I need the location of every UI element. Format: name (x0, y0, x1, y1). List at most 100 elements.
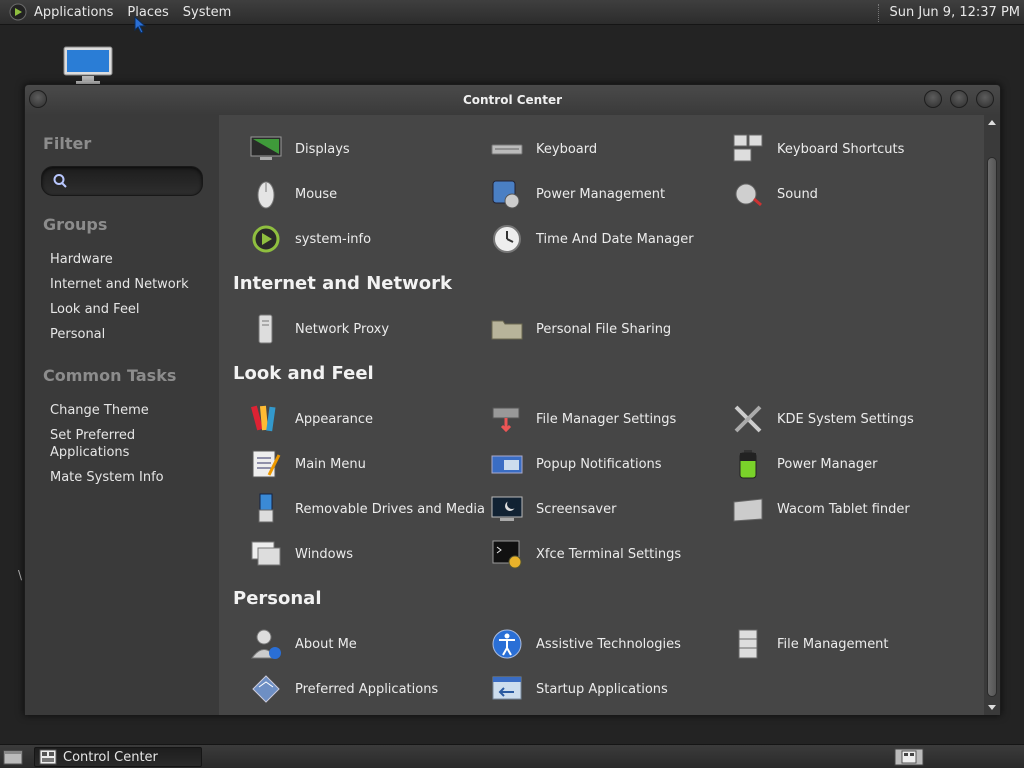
terminal-icon (492, 540, 522, 569)
item-label: Startup Applications (536, 681, 668, 697)
item-label: Network Proxy (295, 321, 390, 337)
item-system-info[interactable]: system-info (249, 222, 489, 256)
workspace-switcher-icon[interactable] (894, 748, 924, 766)
item-removable-drives[interactable]: Removable Drives and Media (249, 492, 489, 526)
minimize-button[interactable] (924, 90, 942, 108)
item-label: system-info (295, 231, 372, 247)
task-mate-system-info[interactable]: Mate System Info (50, 469, 210, 486)
mate-logo-icon[interactable] (9, 3, 27, 21)
item-screensaver[interactable]: Screensaver (490, 492, 730, 526)
scrollbar-thumb[interactable] (987, 157, 997, 697)
item-label: Preferred Applications (295, 681, 439, 697)
item-assistive-technologies[interactable]: Assistive Technologies (490, 627, 730, 661)
vertical-scrollbar[interactable] (984, 115, 1000, 715)
item-label: Power Manager (777, 456, 878, 472)
computer-desktop-icon[interactable] (62, 45, 114, 87)
item-keyboard-shortcuts[interactable]: Keyboard Shortcuts (731, 132, 971, 166)
taskbar-button-control-center[interactable]: Control Center (34, 747, 202, 767)
item-label: Windows (295, 546, 354, 562)
content-pane: Displays Keyboard Keyboard Shortcuts Mou… (219, 115, 986, 715)
item-power-manager[interactable]: Power Manager (731, 447, 971, 481)
window-titlebar[interactable]: Control Center (25, 85, 1000, 115)
windows-icon (251, 541, 281, 566)
item-label: Xfce Terminal Settings (536, 546, 682, 562)
item-label: Main Menu (295, 456, 366, 472)
display-icon (250, 136, 282, 160)
item-file-sharing[interactable]: Personal File Sharing (490, 312, 730, 346)
item-label: Appearance (295, 411, 374, 427)
item-file-manager-settings[interactable]: File Manager Settings (490, 402, 730, 436)
section-personal-title: Personal (233, 588, 322, 609)
item-label: Mouse (295, 186, 338, 202)
clock[interactable]: Sun Jun 9, 12:37 PM (890, 5, 1021, 20)
item-xfce-terminal-settings[interactable]: Xfce Terminal Settings (490, 537, 730, 571)
item-appearance[interactable]: Appearance (249, 402, 489, 436)
item-popup-notifications[interactable]: Popup Notifications (490, 447, 730, 481)
item-power-management[interactable]: Power Management (490, 177, 730, 211)
item-label: Displays (295, 141, 350, 157)
desktop-label-fragment: \ (18, 568, 23, 582)
item-main-menu[interactable]: Main Menu (249, 447, 489, 481)
item-keyboard[interactable]: Keyboard (490, 132, 730, 166)
keyboard-icon (491, 144, 523, 155)
startup-icon (492, 676, 522, 700)
sidebar-link-look[interactable]: Look and Feel (50, 301, 210, 318)
maximize-button[interactable] (950, 90, 968, 108)
item-file-management[interactable]: File Management (731, 627, 971, 661)
item-wacom-tablet[interactable]: Wacom Tablet finder (731, 492, 971, 526)
sidebar-link-personal[interactable]: Personal (50, 326, 210, 343)
clock-icon (493, 225, 521, 253)
scroll-down-icon[interactable] (988, 703, 996, 711)
control-center-icon (39, 749, 57, 765)
window-title: Control Center (462, 93, 563, 107)
control-center-window: Control Center Filter Groups Hardware In… (24, 84, 1001, 715)
filter-box[interactable] (41, 166, 203, 196)
search-icon (53, 174, 67, 188)
sound-icon (735, 183, 762, 207)
item-windows[interactable]: Windows (249, 537, 489, 571)
item-label: KDE System Settings (777, 411, 914, 427)
file-manager-icon (492, 407, 520, 433)
accessibility-icon (492, 629, 522, 659)
item-mouse[interactable]: Mouse (249, 177, 489, 211)
item-label: Wacom Tablet finder (777, 501, 910, 517)
common-tasks-heading: Common Tasks (43, 366, 177, 385)
item-preferred-applications[interactable]: Preferred Applications (249, 672, 489, 706)
groups-heading: Groups (43, 215, 108, 234)
close-button[interactable] (976, 90, 994, 108)
item-label: Sound (777, 186, 818, 202)
mouse-icon (257, 181, 275, 209)
item-sound[interactable]: Sound (731, 177, 971, 211)
applications-menu[interactable]: Applications (34, 5, 113, 20)
item-label: Time And Date Manager (536, 231, 694, 247)
main-menu-icon (252, 450, 281, 478)
item-label: Power Management (536, 186, 666, 202)
item-network-proxy[interactable]: Network Proxy (249, 312, 489, 346)
task-set-preferred-applications[interactable]: Set Preferred Applications (50, 427, 160, 461)
item-label: About Me (295, 636, 357, 652)
screensaver-icon (491, 496, 523, 521)
item-displays[interactable]: Displays (249, 132, 489, 166)
taskbar-button-label: Control Center (63, 749, 158, 765)
sidebar-link-hardware[interactable]: Hardware (50, 251, 210, 268)
sidebar-link-internet[interactable]: Internet and Network (50, 276, 210, 293)
show-desktop-icon[interactable] (3, 748, 23, 766)
usb-icon (258, 493, 274, 523)
item-about-me[interactable]: About Me (249, 627, 489, 661)
sidebar: Filter Groups Hardware Internet and Netw… (25, 115, 219, 715)
appearance-icon (250, 405, 276, 432)
filter-input[interactable] (72, 172, 197, 190)
system-menu[interactable]: System (183, 5, 231, 20)
section-look-title: Look and Feel (233, 363, 374, 384)
item-startup-applications[interactable]: Startup Applications (490, 672, 730, 706)
item-label: Popup Notifications (536, 456, 662, 472)
keyboard-shortcuts-icon (733, 134, 763, 162)
item-label: File Manager Settings (536, 411, 677, 427)
item-time-date[interactable]: Time And Date Manager (490, 222, 730, 256)
bottom-panel: Control Center (0, 744, 1024, 768)
tools-icon (734, 405, 762, 433)
item-kde-system-settings[interactable]: KDE System Settings (731, 402, 971, 436)
task-change-theme[interactable]: Change Theme (50, 402, 210, 419)
scroll-up-icon[interactable] (988, 119, 996, 127)
notification-icon (491, 455, 523, 474)
